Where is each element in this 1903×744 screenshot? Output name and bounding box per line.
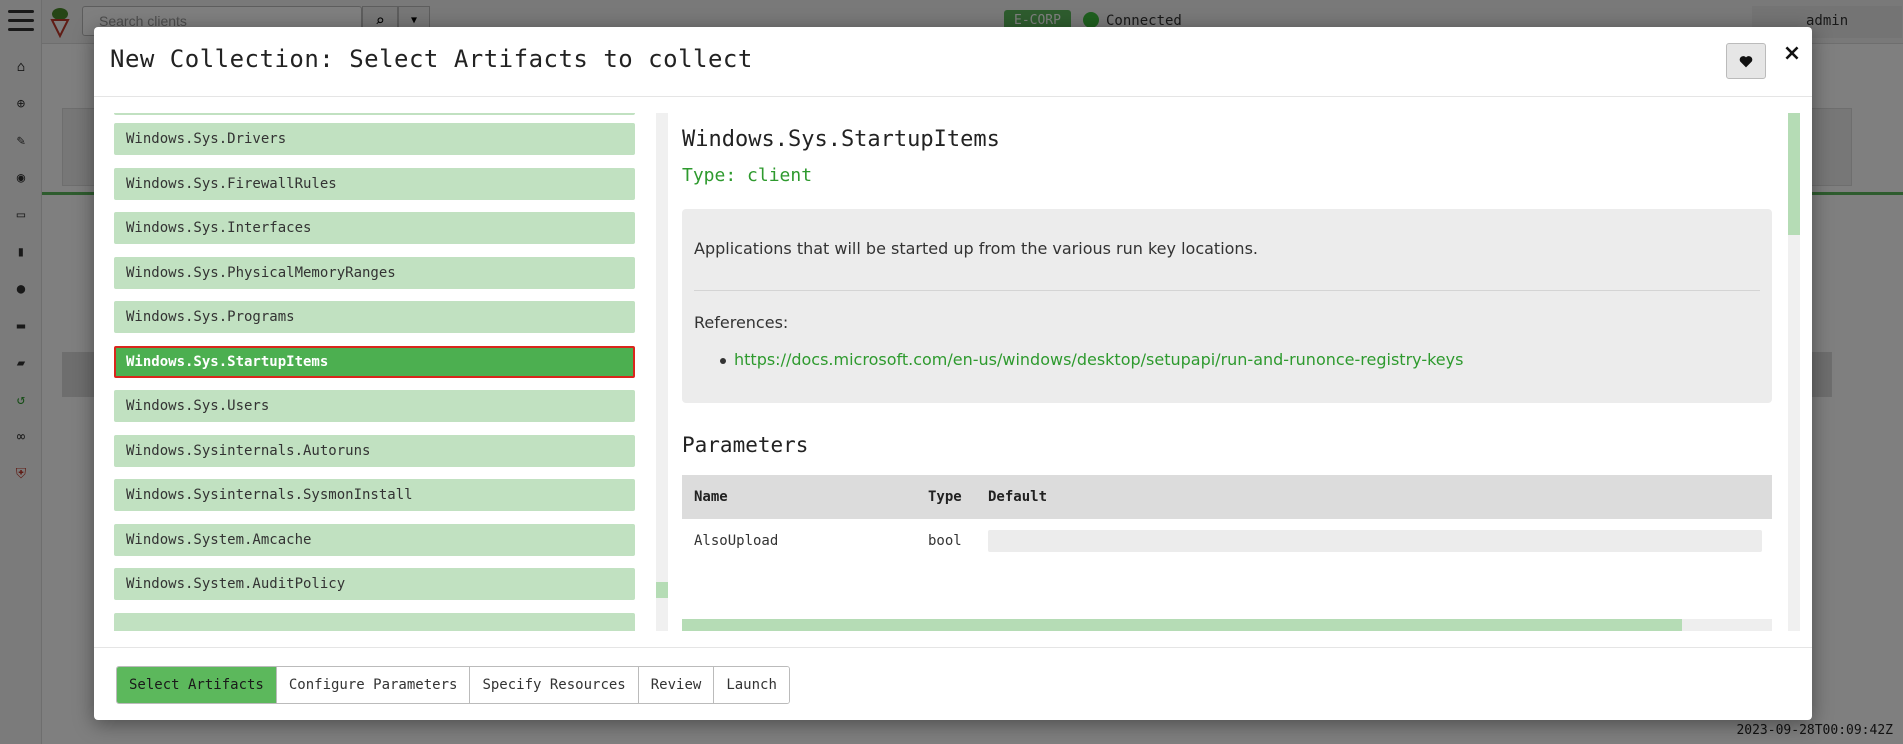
modal-header: New Collection: Select Artifacts to coll… [94,27,1812,97]
artifact-list-item[interactable]: Windows.Sys.Programs [114,301,635,333]
bullet-icon [720,358,726,364]
artifact-list-item[interactable]: Windows.Sysinternals.Autoruns [114,434,635,467]
column-header-type: Type [928,489,962,505]
new-collection-modal: New Collection: Select Artifacts to coll… [94,27,1812,720]
artifact-list-item[interactable]: Windows.Sys.StartupItems [114,345,635,378]
param-type: bool [928,533,962,549]
column-header-name: Name [694,489,728,505]
wizard-step-launch[interactable]: Launch [713,667,789,703]
close-button[interactable]: × [1780,39,1804,69]
wizard-step-configure-parameters[interactable]: Configure Parameters [275,667,470,703]
artifact-list-item[interactable]: Windows.Sysinternals.SysmonInstall [114,479,635,511]
param-name: AlsoUpload [694,533,779,549]
reference-link[interactable]: https://docs.microsoft.com/en-us/windows… [734,350,1463,369]
references-label: References: [694,313,789,332]
list-item-partial-top[interactable] [114,113,635,115]
artifact-list-item[interactable]: Windows.Sys.Interfaces [114,212,635,244]
detail-vertical-scrollbar-thumb[interactable] [1788,113,1800,235]
artifact-detail-panel: Windows.Sys.StartupItems Type: client Ap… [682,113,1778,631]
wizard-step-review[interactable]: Review [637,667,714,703]
heart-icon [1739,55,1753,67]
wizard-steps: Select Artifacts Configure Parameters Spec… [116,666,790,704]
artifact-list-scrollbar[interactable] [656,113,668,631]
artifact-list: Windows.Sys.Drivers Windows.Sys.FirewallR… [114,113,644,631]
artifact-type: Type: client [682,165,813,186]
favorite-button[interactable] [1726,43,1766,79]
description-box: Applications that will be started up fro… [682,209,1772,403]
artifact-title: Windows.Sys.StartupItems [682,127,1000,152]
column-header-default: Default [988,489,1048,505]
artifact-list-item[interactable]: Windows.Sys.Drivers [114,123,635,155]
artifact-list-item[interactable]: Windows.Sys.PhysicalMemoryRanges [114,256,635,289]
artifact-list-item[interactable]: Windows.Sys.FirewallRules [114,167,635,200]
description-divider [694,290,1760,291]
param-default-input[interactable] [988,530,1762,552]
modal-title: New Collection: Select Artifacts to coll… [110,45,753,73]
artifact-list-item[interactable]: Windows.Sys.Users [114,390,635,422]
artifact-list-scrollbar-thumb[interactable] [656,582,668,598]
artifact-list-item[interactable]: Windows.System.Amcache [114,523,635,556]
wizard-step-select-artifacts[interactable]: Select Artifacts [117,667,276,703]
table-header: Name Type Default [682,475,1772,519]
table-row: AlsoUpload bool [682,519,1772,563]
detail-horizontal-scrollbar-thumb[interactable] [682,619,1682,631]
list-item-partial-bottom[interactable] [114,612,635,631]
parameters-heading: Parameters [682,433,809,457]
modal-footer: Select Artifacts Configure Parameters Spec… [94,647,1812,720]
wizard-step-specify-resources[interactable]: Specify Resources [469,667,638,703]
artifact-list-item[interactable]: Windows.System.AuditPolicy [114,568,635,600]
artifact-description: Applications that will be started up fro… [694,239,1258,258]
